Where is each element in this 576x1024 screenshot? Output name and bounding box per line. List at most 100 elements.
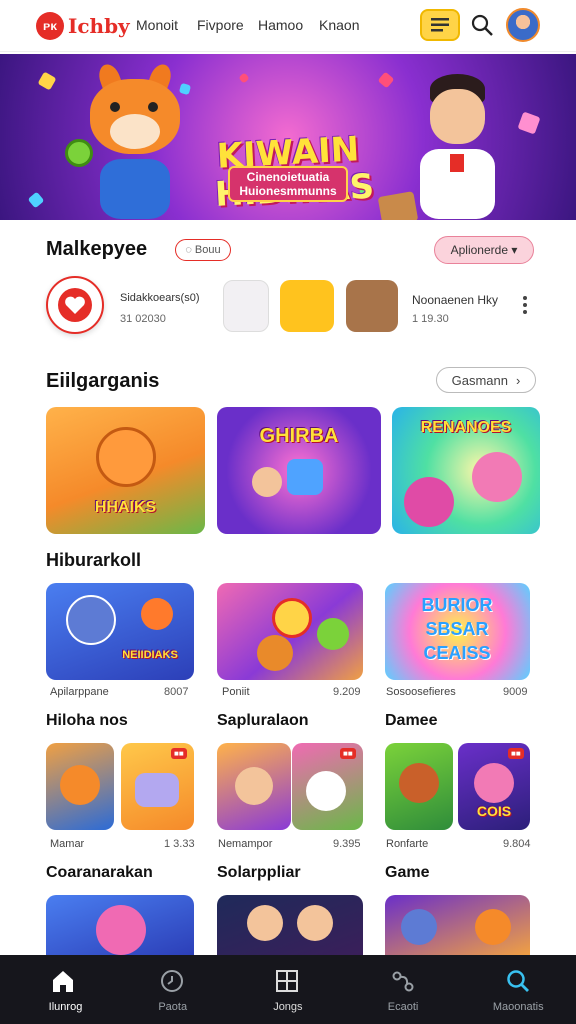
section2-card-2-caption: Poniit — [222, 686, 250, 698]
section2-card-3-title: BURIOR SBSAR CEAISS — [421, 595, 493, 663]
section3-thumb-2b[interactable]: ■■ — [292, 743, 363, 830]
section2-card-3-caption: Sosoosefieres — [386, 686, 456, 698]
bottom-nav-home-label: Ilunrog — [48, 1001, 83, 1013]
section2-card-2[interactable] — [217, 583, 363, 680]
featured-card-1[interactable]: HHAIKS — [46, 407, 205, 534]
search-icon — [507, 970, 529, 992]
section3-thumb-3b[interactable]: ■■ COIS — [458, 743, 530, 830]
card-character — [306, 771, 346, 811]
section3-col1-title: Hiloha nos — [46, 712, 128, 729]
card-character — [287, 459, 323, 495]
market-item2-value: 1 19.30 — [412, 313, 449, 325]
section3-col2-caption: Nemampor — [218, 838, 273, 850]
confetti — [377, 71, 395, 89]
market-thumb-fox[interactable] — [280, 280, 334, 332]
card-character — [257, 635, 293, 671]
bottom-nav-recent[interactable]: Paota — [115, 955, 230, 1024]
nav-item-3[interactable]: Hamoo — [258, 17, 319, 33]
card-character — [272, 598, 312, 638]
menu-icon — [431, 18, 449, 32]
section3-thumb-1b[interactable]: ■■ — [121, 743, 194, 830]
card-character — [96, 905, 146, 955]
boy-character-image — [377, 69, 510, 220]
market-thumb-1[interactable] — [223, 280, 269, 332]
featured-card-2[interactable]: GHIRBA — [217, 407, 381, 534]
card-character — [252, 467, 282, 497]
card-character — [472, 452, 522, 502]
section3-col3-title: Damee — [385, 712, 438, 729]
card-character — [135, 773, 179, 807]
featured-see-all-button[interactable]: Gasmann › — [436, 367, 536, 393]
logo-mark-icon: ᴘᴋ — [36, 12, 64, 40]
card-character — [66, 595, 116, 645]
card-character — [404, 477, 454, 527]
new-badge: ■■ — [508, 748, 524, 759]
section2-title: Hiburarkoll — [46, 550, 142, 570]
section4-card-3[interactable] — [385, 895, 530, 955]
section4-col2-title: Solarppliar — [217, 864, 301, 881]
bottom-nav-games[interactable]: Jongs — [230, 955, 345, 1024]
section3-thumb-3b-title: COIS — [476, 803, 512, 819]
avatar[interactable] — [506, 8, 540, 42]
market-thumb-wolf[interactable] — [346, 280, 398, 332]
section3-thumb-1a[interactable] — [46, 743, 114, 830]
featured-see-all-label: Gasmann — [451, 372, 509, 388]
app-logo[interactable]: ᴘᴋ Ichby — [36, 12, 130, 40]
market-tag[interactable]: ◌ Bouu — [175, 239, 231, 261]
card-character — [475, 909, 511, 945]
top-header: ᴘᴋ Ichby Monoit Fivpore Hamoo Knaon — [0, 0, 576, 52]
bottom-nav-home[interactable]: Ilunrog — [0, 955, 115, 1024]
section3-thumb-2a[interactable] — [217, 743, 291, 830]
market-app-icon[interactable] — [46, 276, 104, 334]
bottom-nav-search[interactable]: Maoonatis — [461, 955, 576, 1024]
section3-col2-num: 9.395 — [333, 838, 361, 850]
featured-card-2-title: GHIRBA — [259, 425, 339, 447]
share-icon — [392, 971, 414, 992]
bottom-nav: Ilunrog Paota Jongs Ecaoti Maoonatis — [0, 955, 576, 1024]
featured-card-3-title: RENANOES — [420, 419, 512, 436]
section3-col3-caption: Ronfarte — [386, 838, 429, 850]
bottom-nav-share-label: Ecaoti — [387, 1001, 419, 1013]
section2-card-1[interactable]: NEIIDIAKS — [46, 583, 194, 680]
hero-banner[interactable]: KIWAIN HIDIKAS Cinenoietuatia Huionesmmu… — [0, 54, 576, 220]
more-options-icon[interactable] — [522, 296, 528, 314]
confetti — [27, 191, 45, 209]
section2-card-3[interactable]: BURIOR SBSAR CEAISS — [385, 583, 530, 680]
market-item2-name: Noonaenen Hky — [412, 293, 499, 307]
section2-card-3-num: 9009 — [503, 686, 528, 698]
logo-text: Ichby — [68, 14, 130, 38]
card-character — [141, 598, 173, 630]
card-character — [96, 427, 156, 487]
featured-card-3[interactable]: RENANOES — [392, 407, 540, 534]
section2-card-1-caption: Apilarppane — [50, 686, 109, 698]
bottom-nav-share[interactable]: Ecaoti — [346, 955, 461, 1024]
bottom-nav-games-label: Jongs — [273, 1001, 303, 1013]
nav-item-4[interactable]: Knaon — [319, 17, 380, 33]
section3-col2-title: Sapluralaon — [217, 712, 309, 729]
menu-button[interactable] — [420, 9, 460, 41]
section4-card-2[interactable] — [217, 895, 363, 955]
home-icon — [53, 971, 73, 992]
nav-item-2[interactable]: Fivpore — [197, 17, 258, 33]
card-character — [474, 763, 514, 803]
sort-dropdown[interactable]: Aplionerde ▾ — [434, 236, 534, 264]
new-badge: ■■ — [171, 748, 187, 759]
featured-card-1-title: HHAIKS — [94, 499, 157, 516]
card-character — [401, 909, 437, 945]
card-character — [247, 905, 283, 941]
section4-col1-title: Coaranarakan — [46, 864, 153, 881]
market-item1-value: 31 02030 — [120, 313, 166, 325]
search-icon[interactable] — [470, 13, 494, 37]
card-character — [297, 905, 333, 941]
market-title: Malkepyee — [46, 238, 148, 260]
fox-character-image — [65, 61, 190, 219]
section4-card-1[interactable] — [46, 895, 194, 955]
section3-thumb-3a[interactable] — [385, 743, 453, 830]
section3-col1-num: 1 3.33 — [164, 838, 195, 850]
card-character — [317, 618, 349, 650]
nav-item-1[interactable]: Monoit — [136, 17, 197, 33]
card-character — [399, 763, 439, 803]
new-badge: ■■ — [340, 748, 356, 759]
confetti — [517, 111, 541, 135]
featured-title: Eiilgarganis — [46, 370, 160, 392]
